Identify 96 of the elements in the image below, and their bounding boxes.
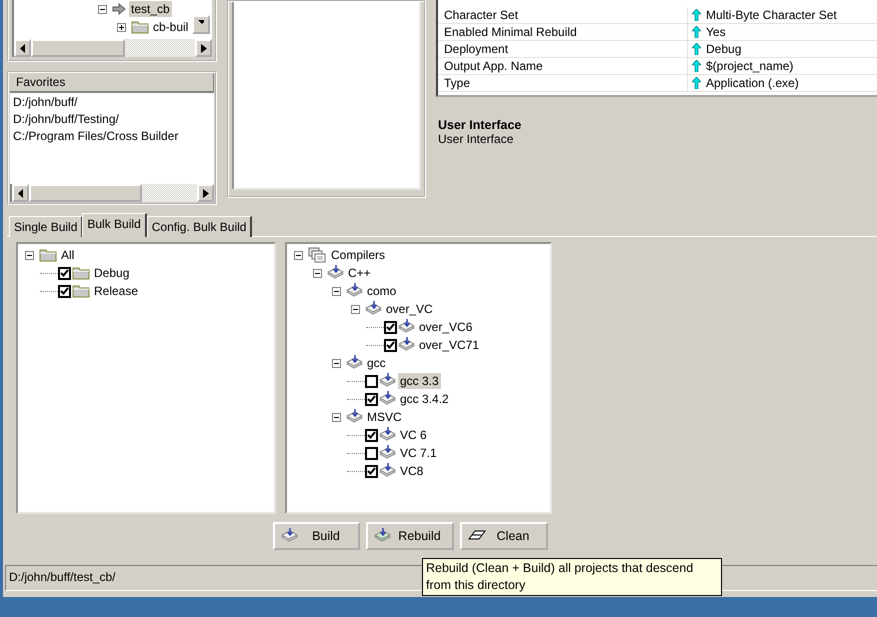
- build-button[interactable]: Build: [273, 522, 360, 550]
- dropdown-button[interactable]: [192, 15, 210, 34]
- stack-icon: [374, 528, 391, 544]
- stack-icon: [379, 445, 396, 461]
- property-value: Debug: [706, 42, 742, 56]
- up-arrow-icon: [692, 60, 701, 72]
- description-text: User Interface: [438, 132, 514, 146]
- property-value: Application (.exe): [706, 76, 799, 90]
- stack-icon: [379, 373, 396, 389]
- rebuild-button[interactable]: Rebuild: [366, 522, 454, 550]
- tab[interactable]: Config. Bulk Build: [146, 216, 252, 237]
- description-title: User Interface: [438, 118, 522, 132]
- collapse-toggle[interactable]: [98, 4, 107, 14]
- tree-item[interactable]: VC 7.1: [398, 445, 439, 461]
- right-arrow-icon: [200, 44, 206, 52]
- stack-icon: [398, 337, 415, 353]
- arrow-icon: [112, 3, 126, 15]
- tree-item[interactable]: All: [59, 247, 76, 263]
- tree-item[interactable]: gcc 3.3: [398, 373, 441, 389]
- collapse-toggle[interactable]: [332, 412, 341, 422]
- stack-icon: [346, 283, 363, 299]
- stack-icon: [365, 301, 382, 317]
- scroll-left-button[interactable]: [12, 184, 29, 202]
- collapse-toggle[interactable]: [25, 250, 34, 260]
- property-value: Multi-Byte Character Set: [706, 8, 837, 22]
- collapse-toggle[interactable]: [332, 286, 341, 296]
- folder-icon: [131, 20, 149, 34]
- tooltip: Rebuild (Clean + Build) all projects that descend from this directory: [422, 558, 722, 596]
- horizontal-scrollbar[interactable]: [10, 184, 214, 202]
- stack-icon: [346, 355, 363, 371]
- tree-item[interactable]: como: [365, 283, 398, 299]
- tree-item[interactable]: C++: [346, 265, 373, 281]
- clean-button[interactable]: Clean: [460, 522, 548, 550]
- checkbox[interactable]: [365, 464, 378, 478]
- folder-icon: [72, 284, 90, 298]
- property-name: Deployment: [438, 41, 688, 57]
- collapse-toggle[interactable]: [294, 250, 303, 260]
- tree-item[interactable]: VC8: [398, 463, 426, 479]
- favorite-item[interactable]: C:/Program Files/Cross Builder: [13, 128, 211, 145]
- favorite-item[interactable]: D:/john/buff/Testing/: [13, 111, 211, 128]
- up-arrow-icon: [692, 26, 701, 38]
- left-arrow-icon: [18, 188, 24, 198]
- stack-icon: [379, 427, 396, 443]
- up-arrow-icon: [692, 77, 701, 89]
- tree-item[interactable]: over_VC71: [417, 337, 482, 353]
- property-value: Yes: [706, 25, 726, 39]
- checkbox[interactable]: [365, 392, 378, 406]
- collapse-toggle[interactable]: [332, 358, 341, 368]
- stack-icon: [379, 463, 396, 479]
- stack-icon: [346, 409, 363, 425]
- checkbox[interactable]: [58, 284, 71, 298]
- checkbox[interactable]: [384, 320, 397, 334]
- folder-icon: [72, 266, 90, 280]
- tree-item[interactable]: Debug: [92, 265, 132, 281]
- tree-item[interactable]: over_VC6: [417, 319, 474, 335]
- checkbox[interactable]: [58, 266, 71, 280]
- stack-icon: [327, 265, 344, 281]
- property-name: Type: [438, 75, 688, 91]
- up-arrow-icon: [692, 9, 701, 21]
- property-value: $(project_name): [706, 59, 794, 73]
- property-name: Character Set: [438, 7, 688, 23]
- stack-icon: [398, 319, 415, 335]
- tree-item[interactable]: gcc 3.4.2: [398, 391, 451, 407]
- checkbox[interactable]: [365, 374, 378, 388]
- checkbox[interactable]: [384, 338, 397, 352]
- right-arrow-icon: [202, 188, 208, 198]
- up-arrow-icon: [692, 43, 701, 55]
- scroll-right-button[interactable]: [197, 184, 214, 202]
- horizontal-scrollbar[interactable]: [12, 39, 212, 57]
- property-name: Output App. Name: [438, 58, 688, 74]
- stack-icon: [379, 391, 396, 407]
- stack-icon: [281, 528, 298, 544]
- checkbox[interactable]: [365, 446, 378, 460]
- tab[interactable]: Single Build: [9, 216, 84, 237]
- scrollbar-thumb[interactable]: [31, 39, 125, 57]
- tree-item[interactable]: test_cb: [129, 1, 172, 17]
- tree-item[interactable]: Release: [92, 283, 140, 299]
- collapse-toggle[interactable]: [351, 304, 360, 314]
- collapse-toggle[interactable]: [313, 268, 322, 278]
- tree-item[interactable]: Compilers: [329, 247, 388, 263]
- tree-item[interactable]: VC 6: [398, 427, 429, 443]
- tree-item[interactable]: over_VC: [384, 301, 435, 317]
- scroll-left-button[interactable]: [14, 39, 31, 57]
- stacked-windows-icon: [308, 247, 326, 263]
- tree-item[interactable]: cb-buil: [151, 19, 190, 35]
- folder-icon: [39, 248, 57, 262]
- tree-item[interactable]: gcc: [365, 355, 388, 371]
- tree-item[interactable]: MSVC: [365, 409, 404, 425]
- scroll-right-button[interactable]: [195, 39, 212, 57]
- checkbox[interactable]: [365, 428, 378, 442]
- expand-toggle[interactable]: [117, 22, 126, 32]
- tab[interactable]: Bulk Build: [82, 213, 147, 237]
- favorite-item[interactable]: D:/john/buff/: [13, 94, 211, 111]
- left-arrow-icon: [20, 44, 26, 52]
- property-name: Enabled Minimal Rebuild: [438, 24, 688, 40]
- scrollbar-thumb[interactable]: [29, 184, 142, 202]
